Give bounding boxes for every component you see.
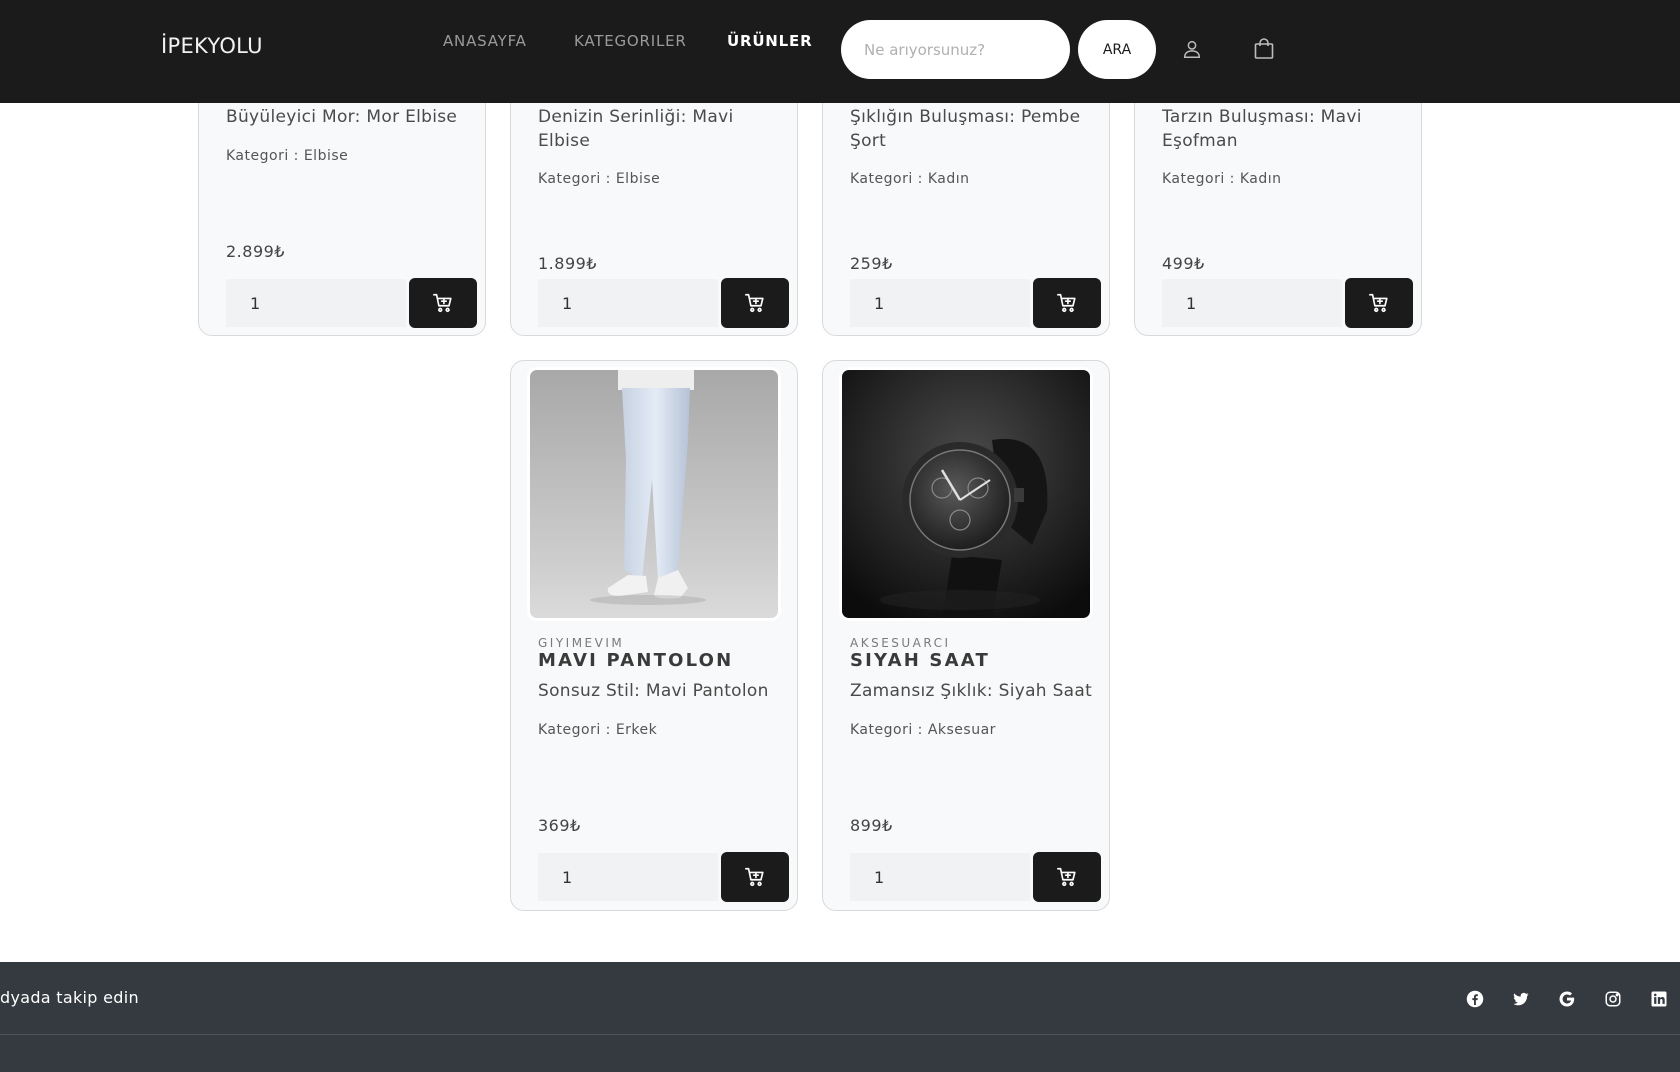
product-image[interactable] — [527, 367, 781, 621]
linkedin-icon[interactable] — [1648, 988, 1670, 1010]
instagram-icon[interactable] — [1602, 988, 1624, 1010]
shopping-bag-icon[interactable] — [1249, 34, 1279, 64]
cart-plus-icon — [1057, 293, 1076, 313]
product-title: MAVI PANTOLON — [538, 650, 734, 671]
cart-plus-icon — [1057, 867, 1076, 887]
footer-social-text: dyada takip edin — [0, 988, 139, 1007]
product-category: Kategori : Erkek — [538, 722, 658, 738]
quantity-input[interactable] — [226, 279, 406, 327]
product-price: 1.899₺ — [538, 254, 597, 273]
product-description: Sonsuz Stil: Mavi Pantolon — [538, 681, 769, 701]
product-brand: GIYIMEVIM — [538, 636, 625, 650]
cart-plus-icon — [745, 867, 764, 887]
pants-image — [530, 370, 778, 618]
cart-plus-icon — [1369, 293, 1388, 313]
cart-plus-icon — [745, 293, 764, 313]
product-image[interactable] — [839, 367, 1093, 621]
product-category: Kategori : Elbise — [538, 171, 661, 187]
nav-link-home[interactable]: ANASAYFA — [443, 32, 527, 50]
product-price: 259₺ — [850, 254, 893, 273]
product-title: SIYAH SAAT — [850, 650, 990, 671]
watch-image — [842, 370, 1090, 618]
quantity-input[interactable] — [1162, 279, 1342, 327]
product-brand: AKSESUARCI — [850, 636, 951, 650]
nav-link-categories[interactable]: KATEGORILER — [574, 32, 687, 50]
product-description: Tarzın Buluşması: Mavi Eşofman — [1162, 107, 1362, 151]
search-button[interactable]: ARA — [1078, 20, 1156, 79]
product-description: Şıklığın Buluşması: Pembe Şort — [850, 107, 1081, 151]
product-card: GIYIMEVIM MAVI PANTOLON Sonsuz Stil: Mav… — [510, 360, 798, 911]
facebook-icon[interactable] — [1464, 988, 1486, 1010]
product-card: AKSESUARCI SIYAH SAAT Zamansız Şıklık: S… — [822, 360, 1110, 911]
google-icon[interactable] — [1556, 988, 1578, 1010]
product-category: Kategori : Aksesuar — [850, 722, 996, 738]
product-description: Denizin Serinliği: Mavi Elbise — [538, 107, 734, 151]
add-to-cart-button[interactable] — [721, 278, 789, 328]
product-description: Büyüleyici Mor: Mor Elbise — [226, 107, 458, 127]
footer — [0, 962, 1680, 1072]
footer-divider — [0, 1034, 1680, 1035]
navbar: İPEKYOLU ANASAYFA KATEGORILER ÜRÜNLER AR… — [0, 0, 1680, 103]
product-category: Kategori : Kadın — [850, 171, 970, 187]
search-input[interactable] — [841, 20, 1070, 79]
nav-link-products[interactable]: ÜRÜNLER — [727, 32, 812, 50]
twitter-icon[interactable] — [1510, 988, 1532, 1010]
product-category: Kategori : Elbise — [226, 148, 349, 164]
add-to-cart-button[interactable] — [1033, 278, 1101, 328]
product-category: Kategori : Kadın — [1162, 171, 1282, 187]
quantity-input[interactable] — [538, 853, 718, 901]
quantity-input[interactable] — [850, 853, 1030, 901]
product-price: 2.899₺ — [226, 242, 285, 261]
add-to-cart-button[interactable] — [1345, 278, 1413, 328]
add-to-cart-button[interactable] — [721, 852, 789, 902]
product-description: Zamansız Şıklık: Siyah Saat — [850, 681, 1093, 701]
add-to-cart-button[interactable] — [409, 278, 477, 328]
user-icon[interactable] — [1177, 34, 1207, 64]
cart-plus-icon — [433, 293, 452, 313]
quantity-input[interactable] — [850, 279, 1030, 327]
quantity-input[interactable] — [538, 279, 718, 327]
product-price: 499₺ — [1162, 254, 1205, 273]
product-price: 899₺ — [850, 816, 893, 835]
product-price: 369₺ — [538, 816, 581, 835]
brand-logo[interactable]: İPEKYOLU — [161, 34, 263, 58]
add-to-cart-button[interactable] — [1033, 852, 1101, 902]
